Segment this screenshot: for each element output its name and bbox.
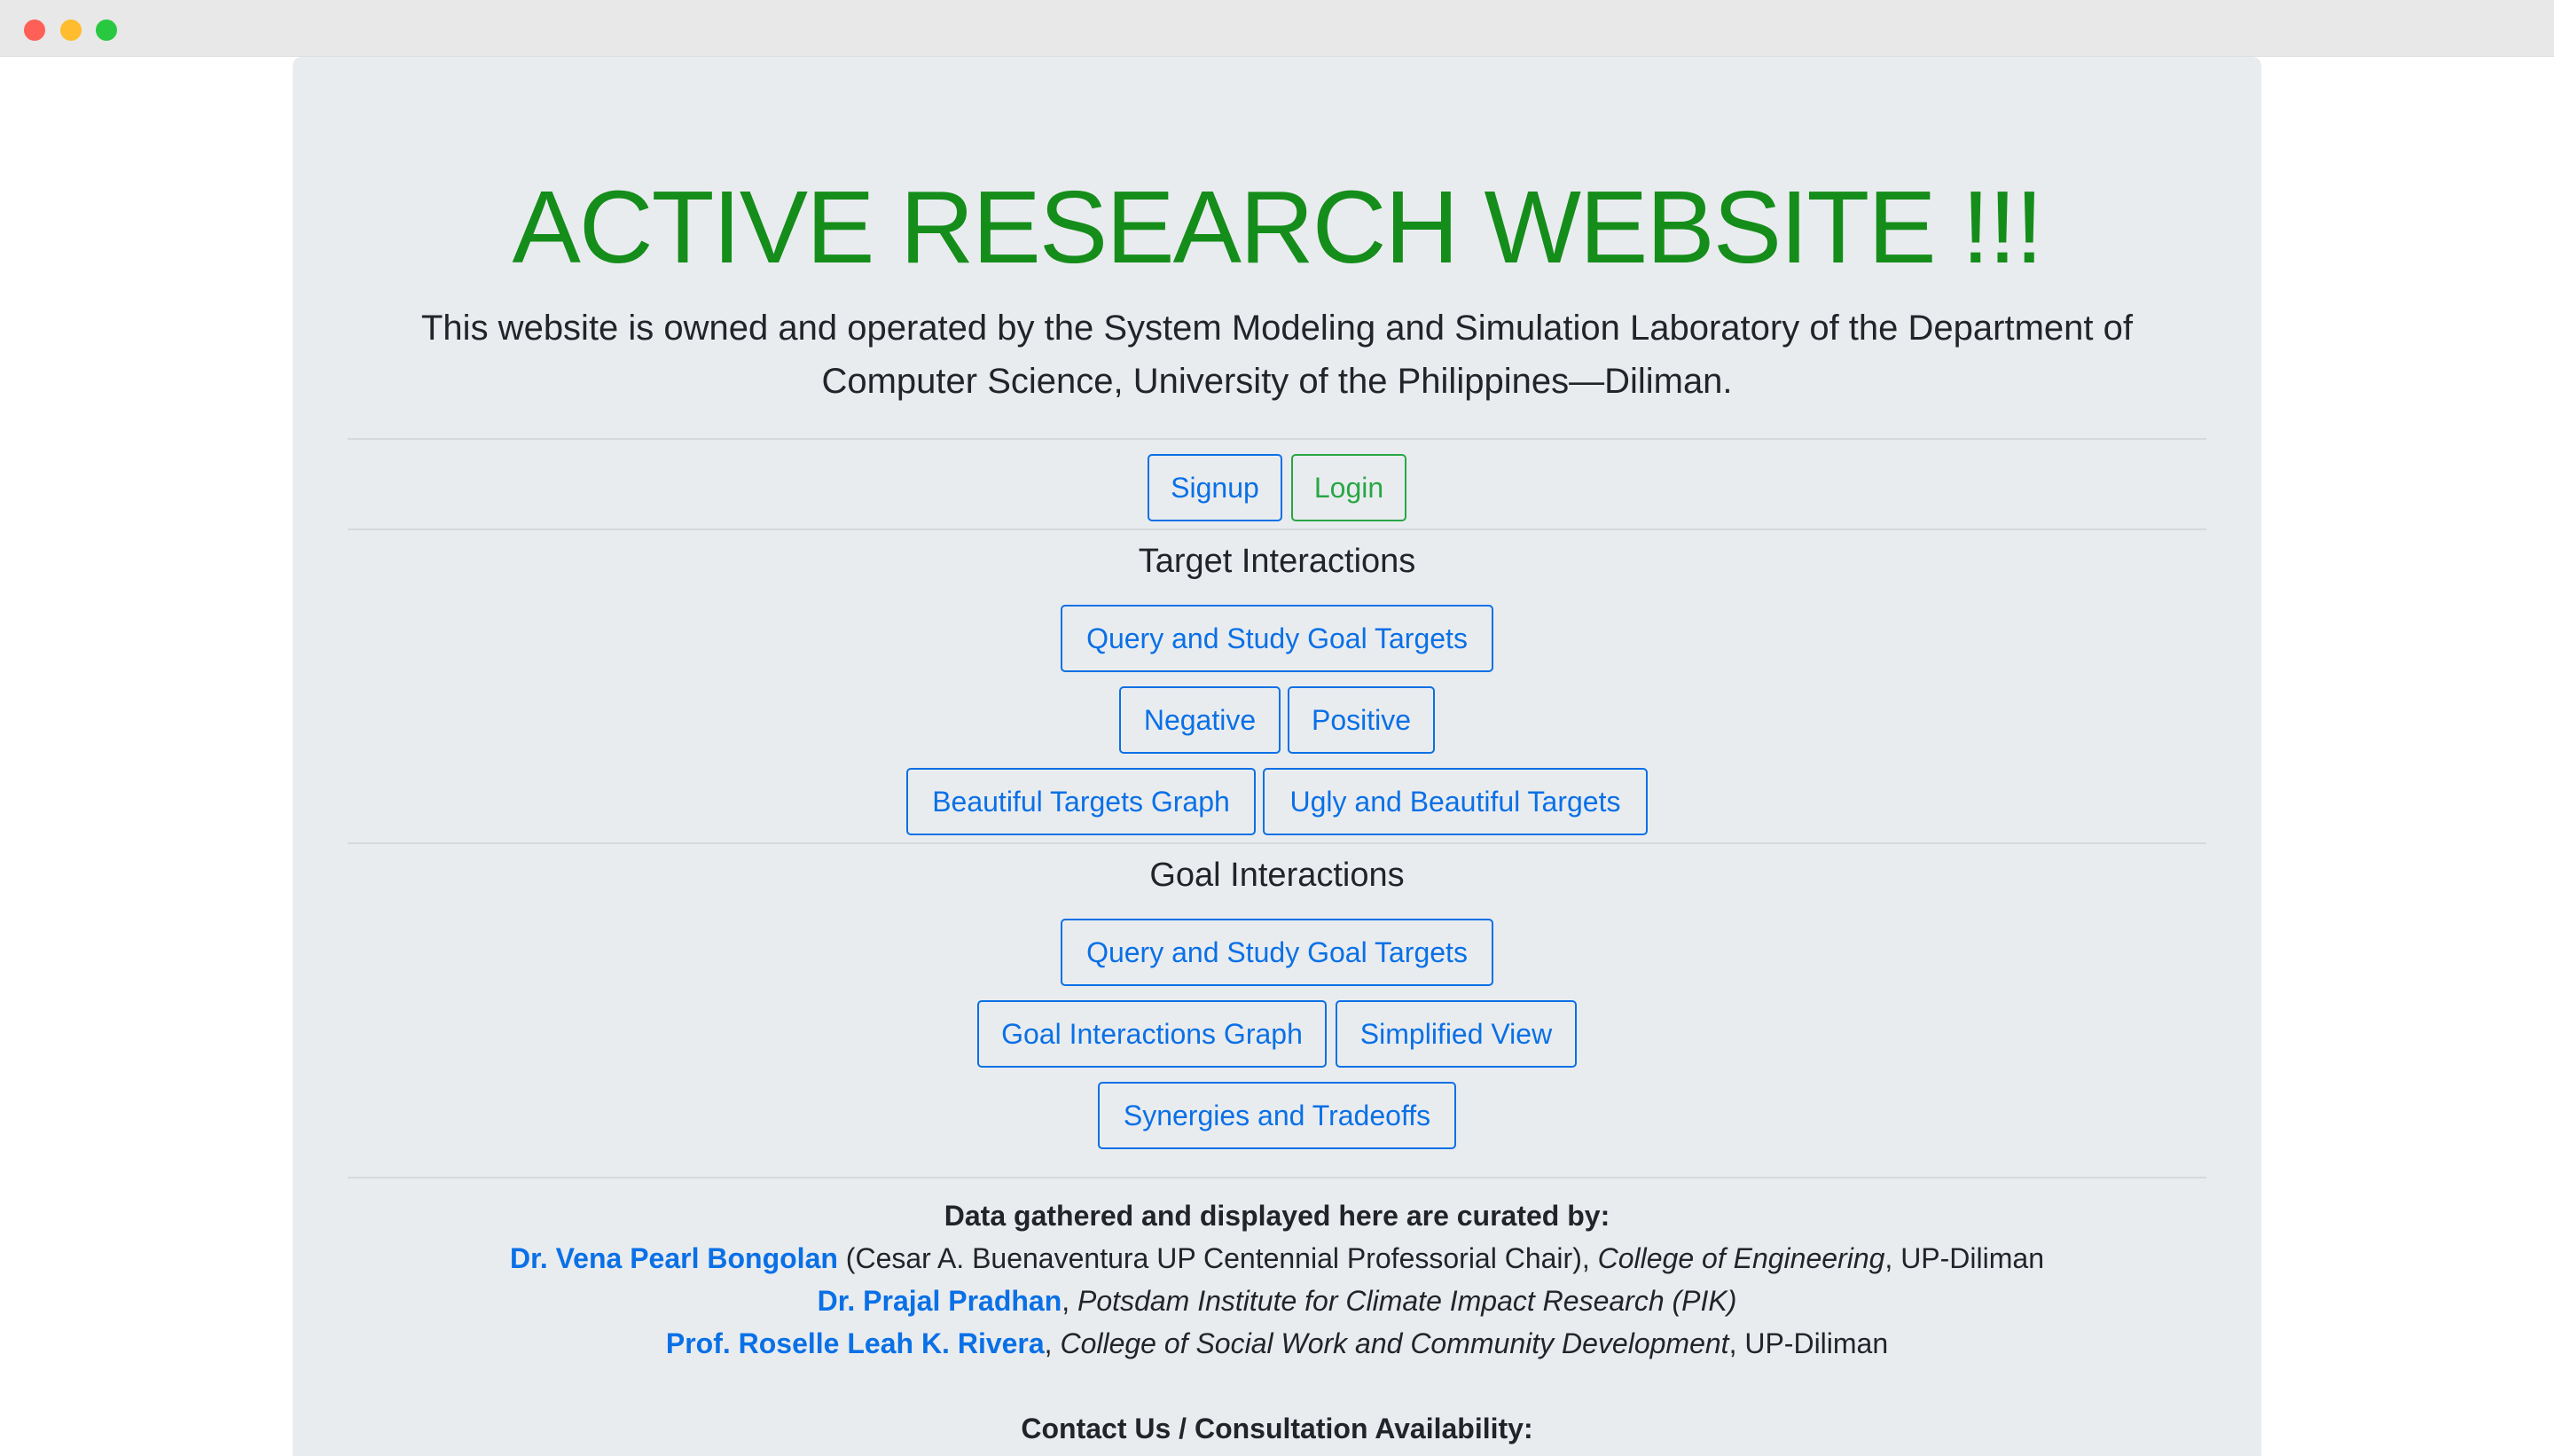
ugly-beautiful-targets-button[interactable]: Ugly and Beautiful Targets xyxy=(1263,768,1648,835)
curators-heading-text: Data gathered and displayed here are cur… xyxy=(944,1200,1610,1232)
curator-line: Prof. Roselle Leah K. Rivera, College of… xyxy=(0,1322,2554,1365)
curator-link[interactable]: Prof. Roselle Leah K. Rivera xyxy=(666,1327,1045,1359)
maximize-window-icon[interactable] xyxy=(96,20,117,41)
curator-affiliation: (Cesar A. Buenaventura UP Centennial Pro… xyxy=(837,1242,1598,1274)
site-description: This website is owned and operated by th… xyxy=(421,309,2133,401)
curator-campus: , UP-Diliman xyxy=(1884,1242,2044,1274)
curator-campus: , UP-Diliman xyxy=(1728,1327,1889,1359)
divider xyxy=(348,438,2206,440)
curator-college: College of Social Work and Community Dev… xyxy=(1060,1327,1729,1359)
signup-button[interactable]: Signup xyxy=(1148,454,1282,521)
curator-link[interactable]: Dr. Vena Pearl Bongolan xyxy=(510,1242,838,1274)
goal-query-button[interactable]: Query and Study Goal Targets xyxy=(1061,919,1493,986)
simplified-view-button[interactable]: Simplified View xyxy=(1336,1000,1577,1068)
divider xyxy=(348,1177,2206,1178)
curator-affiliation: , xyxy=(1044,1327,1061,1359)
divider xyxy=(348,528,2206,530)
positive-button[interactable]: Positive xyxy=(1288,686,1435,754)
contact-heading: Contact Us / Consultation Availability: xyxy=(0,1407,2554,1450)
curator-link[interactable]: Dr. Prajal Pradhan xyxy=(818,1285,1062,1317)
divider xyxy=(348,842,2206,844)
window-titlebar xyxy=(0,0,2554,57)
curator-college: Potsdam Institute for Climate Impact Res… xyxy=(1077,1285,1737,1317)
goal-interactions-title: Goal Interactions xyxy=(1149,857,1405,894)
curators-heading: Data gathered and displayed here are cur… xyxy=(0,1194,2554,1237)
target-interactions-title: Target Interactions xyxy=(1138,543,1416,580)
page-title: ACTIVE RESEARCH WEBSITE !!! xyxy=(512,169,2044,285)
beautiful-targets-graph-button[interactable]: Beautiful Targets Graph xyxy=(906,768,1256,835)
synergies-tradeoffs-button[interactable]: Synergies and Tradeoffs xyxy=(1098,1082,1456,1149)
minimize-window-icon[interactable] xyxy=(60,20,82,41)
login-button[interactable]: Login xyxy=(1291,454,1406,521)
curator-affiliation: , xyxy=(1062,1285,1078,1317)
close-window-icon[interactable] xyxy=(24,20,45,41)
goal-interactions-graph-button[interactable]: Goal Interactions Graph xyxy=(977,1000,1327,1068)
curator-college: College of Engineering xyxy=(1597,1242,1885,1274)
target-query-button[interactable]: Query and Study Goal Targets xyxy=(1061,605,1493,672)
contact-heading-text: Contact Us / Consultation Availability: xyxy=(1021,1413,1533,1444)
negative-button[interactable]: Negative xyxy=(1119,686,1281,754)
curator-line: Dr. Prajal Pradhan, Potsdam Institute fo… xyxy=(0,1280,2554,1322)
curator-line: Dr. Vena Pearl Bongolan (Cesar A. Buenav… xyxy=(0,1237,2554,1280)
